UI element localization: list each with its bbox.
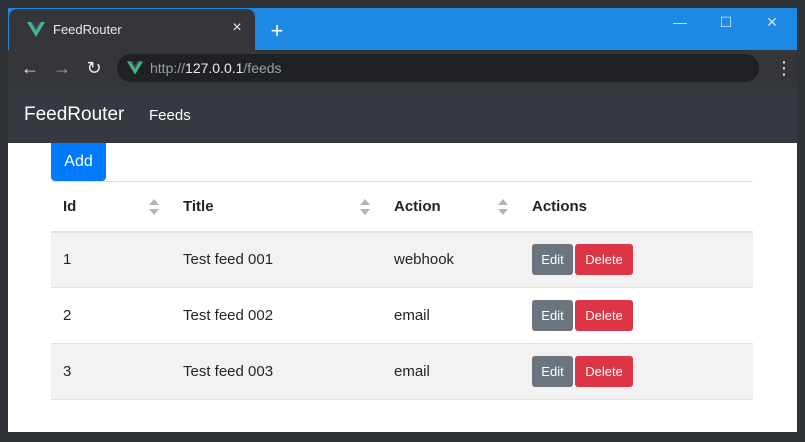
delete-button[interactable]: Delete — [575, 244, 633, 276]
delete-button[interactable]: Delete — [575, 356, 633, 387]
vue-logo-icon — [127, 61, 143, 75]
browser-toolbar: ← → ↻ http://127.0.0.1/feeds ⋮ — [8, 50, 797, 87]
cell-id: 1 — [63, 251, 72, 269]
url-scheme: http:// — [150, 60, 186, 76]
sort-icon — [149, 199, 159, 215]
feeds-table: Id Title Action Actions 1 Test feed 001 … — [51, 181, 753, 400]
address-bar[interactable]: http://127.0.0.1/feeds — [117, 54, 759, 82]
close-tab-icon[interactable]: × — [228, 19, 246, 37]
forward-icon[interactable]: → — [50, 56, 74, 80]
new-tab-button[interactable]: + — [266, 20, 288, 42]
table-row: 3 Test feed 003 email Edit Delete — [51, 343, 753, 400]
cell-actions: Edit Delete — [520, 344, 753, 400]
column-header-actions: Actions — [520, 182, 753, 232]
add-button[interactable]: Add — [51, 143, 106, 181]
tab-title: FeedRouter — [53, 22, 122, 37]
cell-title: Test feed 001 — [183, 251, 274, 269]
browser-menu-icon[interactable]: ⋮ — [775, 58, 793, 78]
edit-button[interactable]: Edit — [532, 244, 573, 276]
cell-action: email — [394, 307, 430, 324]
table-header-row: Id Title Action Actions — [51, 181, 753, 232]
cell-id: 3 — [63, 363, 72, 380]
cell-action: email — [394, 363, 430, 380]
sort-icon — [498, 199, 508, 215]
sort-icon — [360, 199, 370, 215]
browser-window: FeedRouter × + — ☐ ✕ ← → ↻ http://127.0.… — [0, 0, 805, 442]
browser-tab[interactable]: FeedRouter × — [9, 9, 255, 50]
cell-id: 2 — [63, 307, 72, 324]
table-row: 2 Test feed 002 email Edit Delete — [51, 288, 753, 344]
url-text: http://127.0.0.1/feeds — [150, 60, 282, 76]
vue-logo-icon — [27, 22, 45, 37]
cell-action: webhook — [394, 251, 455, 269]
edit-button[interactable]: Edit — [532, 356, 573, 387]
page-viewport: FeedRouter Feeds Add Id Title Action Act… — [8, 87, 797, 432]
column-header-label: Action — [394, 197, 441, 215]
column-header-label: Title — [183, 197, 214, 215]
back-icon[interactable]: ← — [18, 56, 42, 80]
column-header-action[interactable]: Action — [382, 182, 520, 232]
close-window-icon[interactable]: ✕ — [760, 12, 784, 32]
cell-title: Test feed 003 — [183, 363, 274, 380]
url-path: /feeds — [243, 60, 282, 76]
cell-actions: Edit Delete — [520, 232, 753, 288]
nav-link-feeds[interactable]: Feeds — [149, 107, 191, 124]
column-header-id[interactable]: Id — [51, 182, 171, 232]
maximize-icon[interactable]: ☐ — [714, 12, 738, 32]
edit-button[interactable]: Edit — [532, 300, 573, 331]
delete-button[interactable]: Delete — [575, 300, 633, 331]
cell-actions: Edit Delete — [520, 288, 753, 344]
column-header-label: Id — [63, 197, 77, 215]
minimize-icon[interactable]: — — [668, 12, 692, 32]
app-navbar: FeedRouter Feeds — [8, 87, 797, 143]
reload-icon[interactable]: ↻ — [82, 56, 106, 80]
cell-title: Test feed 002 — [183, 307, 274, 324]
column-header-label: Actions — [532, 197, 588, 215]
table-row: 1 Test feed 001 webhook Edit Delete — [51, 231, 753, 288]
navbar-brand[interactable]: FeedRouter — [24, 104, 124, 126]
url-host: 127.0.0.1 — [185, 60, 244, 76]
column-header-title[interactable]: Title — [171, 182, 382, 232]
